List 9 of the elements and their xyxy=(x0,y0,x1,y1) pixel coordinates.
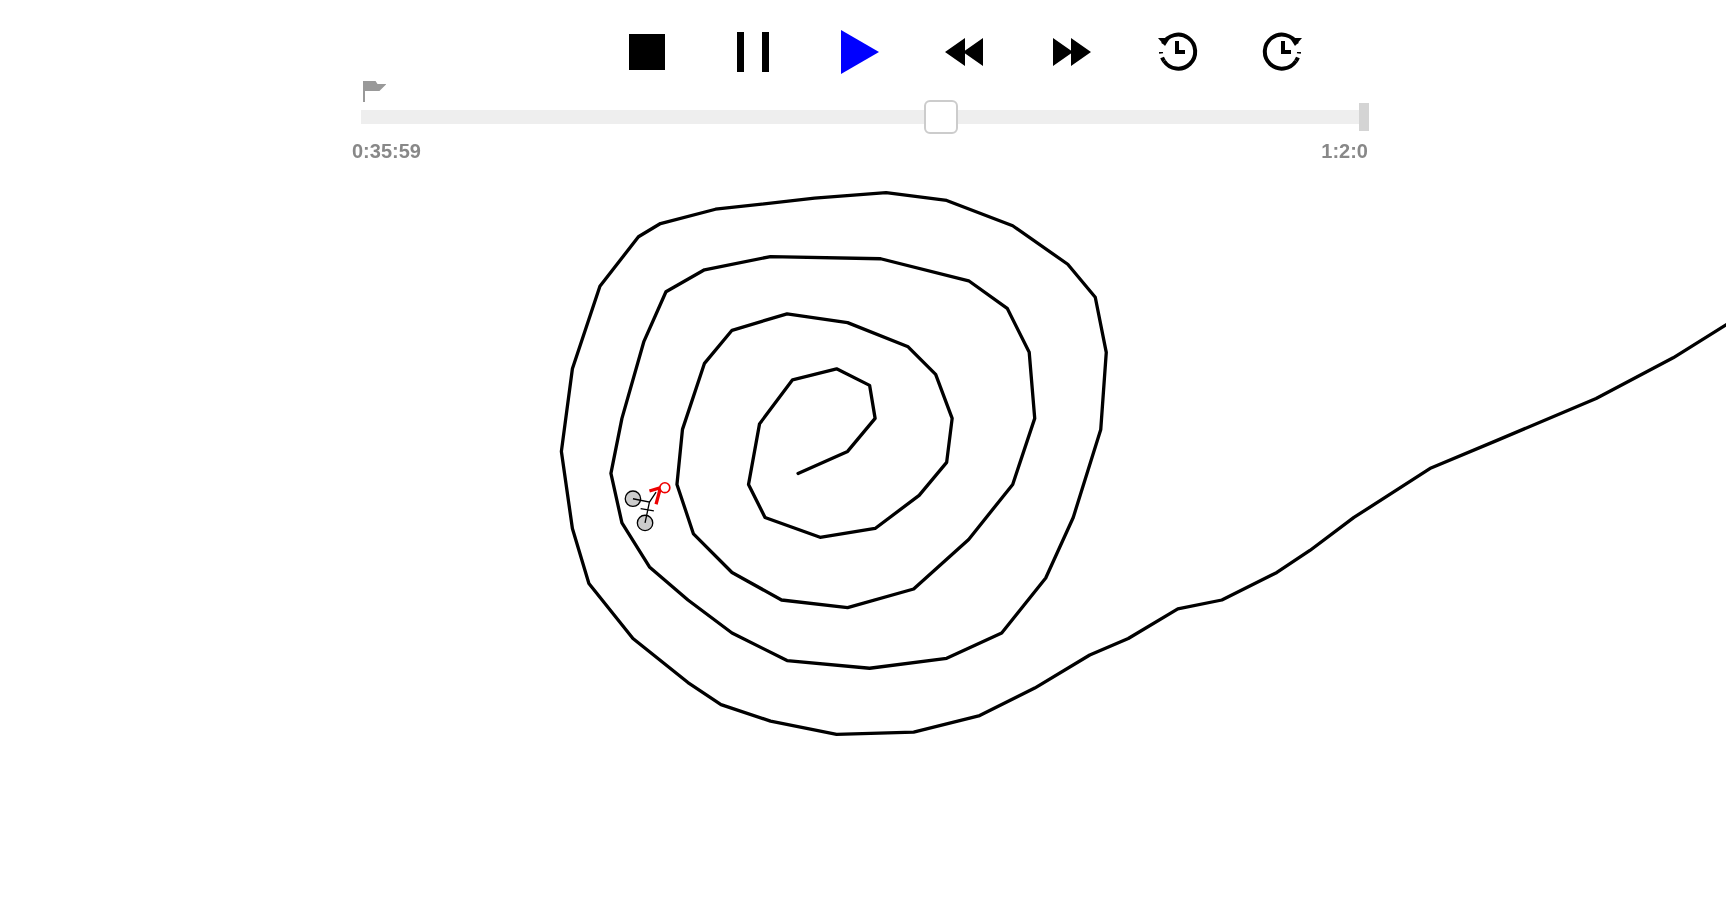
slider-end-marker xyxy=(1359,103,1369,131)
timeline-slider[interactable] xyxy=(361,100,1369,134)
clock-forward-button[interactable] xyxy=(1261,30,1305,74)
slider-thumb[interactable] xyxy=(923,100,958,134)
flag-icon xyxy=(362,80,386,102)
history-button[interactable] xyxy=(1155,30,1199,74)
end-time: 1:2:0 xyxy=(1321,139,1368,164)
rider-drawing xyxy=(624,481,671,532)
current-time: 0:35:59 xyxy=(352,139,421,164)
